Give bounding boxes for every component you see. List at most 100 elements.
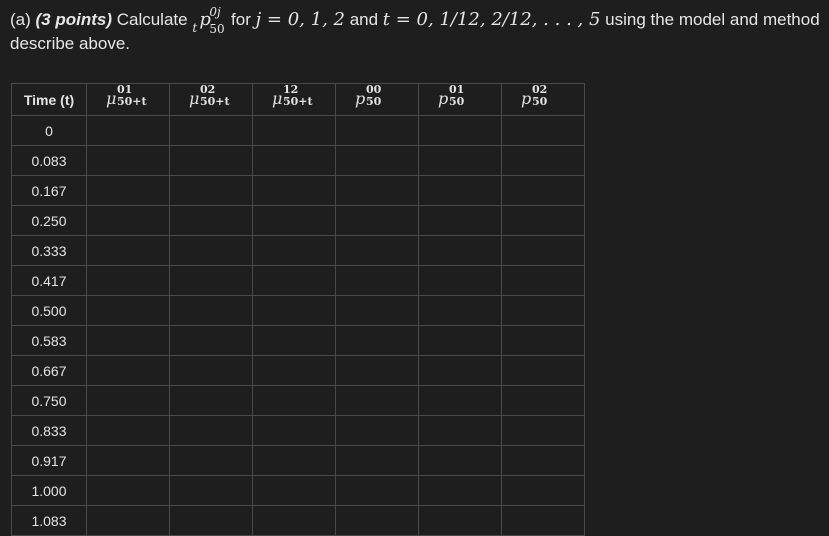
cell-p01[interactable] [418, 415, 502, 446]
cell-mu01[interactable] [86, 295, 170, 326]
cell-p01[interactable] [418, 175, 502, 206]
time-cell: 0.417 [11, 265, 87, 296]
cell-p01[interactable] [418, 445, 502, 476]
cell-mu01[interactable] [86, 475, 170, 506]
cell-p01[interactable] [418, 505, 502, 536]
cell-p01[interactable] [418, 385, 502, 416]
cell-mu01[interactable] [86, 175, 170, 206]
header-p01: p 01 50 [418, 83, 502, 116]
cell-p00[interactable] [335, 445, 419, 476]
table-header-row: Time (t) μ 01 50+t μ 02 50+t μ 12 50+t p 00 50 p… [11, 83, 585, 116]
cell-mu01[interactable] [86, 505, 170, 536]
cell-p02[interactable] [501, 355, 585, 386]
cell-p00[interactable] [335, 475, 419, 506]
cell-mu01[interactable] [86, 445, 170, 476]
cell-mu12[interactable] [252, 355, 336, 386]
cell-p02[interactable] [501, 205, 585, 236]
cell-mu02[interactable] [169, 235, 253, 266]
cell-p02[interactable] [501, 175, 585, 206]
cell-p01[interactable] [418, 265, 502, 296]
cell-mu02[interactable] [169, 295, 253, 326]
cell-mu12[interactable] [252, 295, 336, 326]
cell-p00[interactable] [335, 385, 419, 416]
cell-p01[interactable] [418, 475, 502, 506]
cell-mu01[interactable] [86, 385, 170, 416]
cell-p02[interactable] [501, 145, 585, 176]
cell-mu02[interactable] [169, 475, 253, 506]
cell-mu02[interactable] [169, 145, 253, 176]
cell-p01[interactable] [418, 295, 502, 326]
cell-mu12[interactable] [252, 475, 336, 506]
cell-mu01[interactable] [86, 355, 170, 386]
cell-mu12[interactable] [252, 385, 336, 416]
cell-p01[interactable] [418, 355, 502, 386]
cell-mu02[interactable] [169, 445, 253, 476]
cell-p02[interactable] [501, 385, 585, 416]
cell-p01[interactable] [418, 205, 502, 236]
time-cell: 1.000 [11, 475, 87, 506]
cell-p02[interactable] [501, 415, 585, 446]
header-p02: p 02 50 [501, 83, 585, 116]
cell-p00[interactable] [335, 265, 419, 296]
cell-mu12[interactable] [252, 505, 336, 536]
cell-mu12[interactable] [252, 115, 336, 146]
table-row: 0.917 [11, 445, 585, 476]
cell-p02[interactable] [501, 265, 585, 296]
time-cell: 0.750 [11, 385, 87, 416]
cell-mu12[interactable] [252, 445, 336, 476]
cell-p00[interactable] [335, 205, 419, 236]
cell-p01[interactable] [418, 325, 502, 356]
cell-p00[interactable] [335, 505, 419, 536]
points-label: (3 points) [35, 10, 113, 29]
cell-p01[interactable] [418, 235, 502, 266]
table-row: 0.167 [11, 175, 585, 206]
table-row: 0.500 [11, 295, 585, 326]
cell-p00[interactable] [335, 325, 419, 356]
cell-mu01[interactable] [86, 205, 170, 236]
cell-mu02[interactable] [169, 205, 253, 236]
cell-p02[interactable] [501, 295, 585, 326]
cell-p02[interactable] [501, 475, 585, 506]
cell-mu01[interactable] [86, 265, 170, 296]
cell-mu02[interactable] [169, 415, 253, 446]
cell-p00[interactable] [335, 295, 419, 326]
cell-mu12[interactable] [252, 205, 336, 236]
calculate-text: Calculate [112, 10, 193, 29]
table-row: 0 [11, 115, 585, 146]
cell-mu02[interactable] [169, 325, 253, 356]
cell-p00[interactable] [335, 145, 419, 176]
cell-mu02[interactable] [169, 385, 253, 416]
cell-mu02[interactable] [169, 265, 253, 296]
cell-mu01[interactable] [86, 325, 170, 356]
cell-mu12[interactable] [252, 175, 336, 206]
cell-mu12[interactable] [252, 235, 336, 266]
cell-p02[interactable] [501, 115, 585, 146]
cell-mu02[interactable] [169, 115, 253, 146]
cell-p02[interactable] [501, 505, 585, 536]
table-row: 0.083 [11, 145, 585, 176]
cell-p00[interactable] [335, 355, 419, 386]
cell-mu02[interactable] [169, 355, 253, 386]
cell-p00[interactable] [335, 115, 419, 146]
cell-mu01[interactable] [86, 235, 170, 266]
cell-p02[interactable] [501, 445, 585, 476]
cell-mu01[interactable] [86, 115, 170, 146]
cell-mu02[interactable] [169, 505, 253, 536]
cell-mu12[interactable] [252, 325, 336, 356]
cell-p00[interactable] [335, 175, 419, 206]
table-row: 0.250 [11, 205, 585, 236]
table-row: 0.667 [11, 355, 585, 386]
cell-p01[interactable] [418, 115, 502, 146]
cell-p01[interactable] [418, 145, 502, 176]
cell-mu01[interactable] [86, 415, 170, 446]
cell-mu12[interactable] [252, 145, 336, 176]
cell-p02[interactable] [501, 235, 585, 266]
cell-p02[interactable] [501, 325, 585, 356]
cell-mu12[interactable] [252, 415, 336, 446]
cell-p00[interactable] [335, 235, 419, 266]
cell-mu01[interactable] [86, 145, 170, 176]
cell-mu02[interactable] [169, 175, 253, 206]
cell-p00[interactable] [335, 415, 419, 446]
cell-mu12[interactable] [252, 265, 336, 296]
table-body: 0 0.083 0.167 0.250 0.333 0.417 0.500 0.583 0.66… [11, 115, 585, 536]
